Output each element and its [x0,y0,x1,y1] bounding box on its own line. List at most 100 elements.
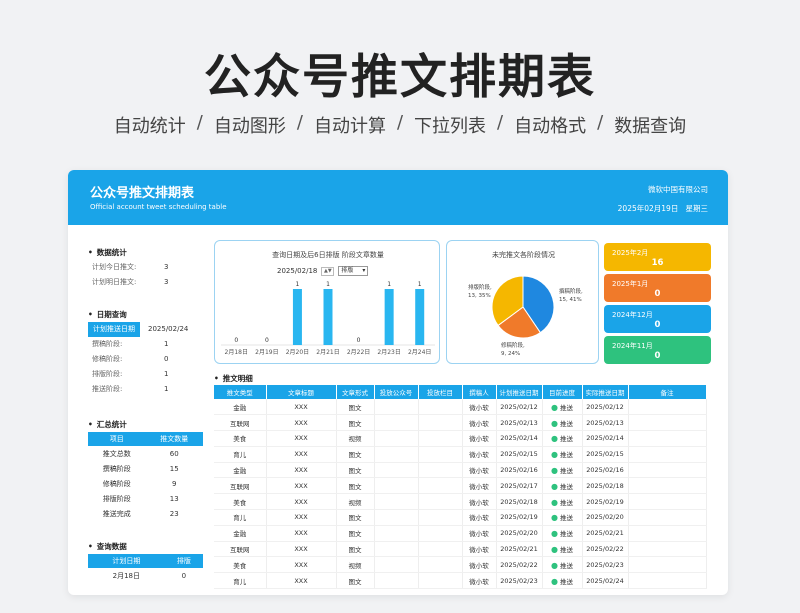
detail-cell: 2025/02/13 [582,414,629,432]
detail-cell [374,430,419,447]
status-dot-icon: ● [550,418,558,428]
detail-cell: 2025/02/16 [496,462,543,479]
bar [384,289,394,345]
detail-cell: 互联网 [214,477,267,495]
status-dot-icon: ● [550,529,558,539]
date-query-input[interactable]: 计划推送日期 2025/02/24 [80,322,208,337]
table-row: 育儿 XXX 图文 微小软 2025/02/15 ● 推送 2025/02/15 [214,446,707,463]
detail-cell [418,493,463,511]
month-tile[interactable]: 2025年1月 0 [604,274,711,302]
summary-table: 项目 推文数量 推文总数 60 撰稿阶段 15 修稿阶段 9 排版阶段 13 推送完成 23 [88,432,203,521]
status-text: 推送 [560,419,574,428]
detail-column-header[interactable]: 计划推送日期 [496,385,543,399]
detail-cell [374,556,419,574]
detail-cell: 图文 [336,572,375,590]
summary-column-header: 推文数量 [145,432,203,446]
month-tile[interactable]: 2024年11月 0 [604,336,711,364]
stage-row: 排版阶段: 1 [80,367,208,382]
detail-cell: ● 推送 [542,509,583,526]
status-dot-icon: ● [550,497,558,507]
pie-chart: 撰稿阶段, 15, 41% 修稿阶段, 9, 24% 排版阶段, 13, 35% [468,275,583,357]
month-tile-label: 2024年11月 [612,342,653,350]
stage-row-label: 推送阶段: [92,385,123,393]
status-text: 推送 [560,530,574,539]
detail-cell [628,399,707,416]
detail-cell: 育儿 [214,572,267,590]
month-tile-label: 2025年2月 [612,249,649,257]
x-tick-label: 2月20日 [286,349,309,356]
detail-cell: XXX [266,541,337,558]
detail-cell: 2025/02/19 [496,509,543,526]
query-section: 查询数据 计划日期排版 2月18日 0 [80,540,208,583]
detail-cell [628,556,707,574]
detail-cell: 金融 [214,462,267,479]
detail-column-header[interactable]: 推文类型 [214,385,267,399]
table-row: 金融 XXX 图文 微小软 2025/02/20 ● 推送 2025/02/21 [214,525,707,542]
detail-column-header[interactable]: 投放栏目 [418,385,463,399]
detail-cell: 美食 [214,556,267,574]
detail-column-header[interactable]: 撰稿人 [462,385,497,399]
detail-heading: 推文明细 [214,373,253,384]
detail-column-header[interactable]: 投放公众号 [374,385,419,399]
detail-cell: 视频 [336,556,375,574]
detail-column-header[interactable]: 备注 [628,385,707,399]
month-tile[interactable]: 2025年2月 16 [604,243,711,271]
detail-column-header[interactable]: 目前进度 [542,385,583,399]
query-heading: 查询数据 [80,540,208,554]
detail-cell: 金融 [214,525,267,542]
x-tick-label: 2月24日 [408,349,431,356]
detail-cell: 2025/02/21 [496,541,543,558]
month-tile-label: 2024年12月 [612,311,653,319]
status-text: 推送 [560,561,574,570]
detail-cell [374,525,419,542]
detail-cell: 2025/02/18 [582,477,629,495]
current-date: 2025年02月19日 星期三 [617,204,708,213]
detail-cell: ● 推送 [542,572,583,590]
feature-list: 自动统计 / 自动图形 / 自动计算 / 下拉列表 / 自动格式 / 数据查询 [0,112,800,138]
feature-separator: / [396,112,404,133]
date-query-section: 日期查询 计划推送日期 2025/02/24 撰稿阶段: 1 修稿阶段: 0 排版阶段:… [80,308,208,397]
detail-cell: 2025/02/22 [496,556,543,574]
summary-row: 推送完成 23 [88,506,203,521]
detail-cell: 图文 [336,541,375,558]
detail-cell [628,446,707,463]
detail-cell: 图文 [336,525,375,542]
detail-column-header[interactable]: 文章标题 [266,385,337,399]
bar-chart: 0 2月18日 0 2月19日 1 2月20日 1 2月21日 0 2月22日 1 2月23日 1 2月2… [221,281,435,356]
detail-column-header[interactable]: 实际推送日期 [582,385,629,399]
detail-cell: 2025/02/16 [582,462,629,479]
detail-cell: 图文 [336,399,375,416]
bar [323,289,333,345]
detail-cell: ● 推送 [542,446,583,463]
detail-column-header[interactable]: 文章形式 [336,385,375,399]
detail-cell [374,446,419,463]
feature-item: 下拉列表 [414,116,487,137]
header-banner: 公众号推文排期表 Official account tweet scheduli… [68,170,728,225]
detail-cell [374,477,419,495]
summary-row: 推文总数 60 [88,446,203,461]
month-tile-label: 2025年1月 [612,280,649,288]
detail-cell: 育儿 [214,446,267,463]
summary-cell: 13 [169,494,179,503]
detail-cell: 微小软 [462,509,497,526]
summary-cell: 60 [169,449,179,458]
summary-row: 排版阶段 13 [88,491,203,506]
month-tile[interactable]: 2024年12月 0 [604,305,711,333]
status-dot-icon: ● [550,450,558,460]
query-column-header: 排版 [164,554,203,568]
stat-row-label: 计划明日推文: [92,278,137,286]
summary-header: 项目 推文数量 [88,432,203,446]
detail-cell: ● 推送 [542,541,583,558]
detail-cell [418,399,463,416]
detail-cell: ● 推送 [542,414,583,432]
table-row: 互联网 XXX 图文 微小软 2025/02/13 ● 推送 2025/02/13 [214,414,707,432]
feature-separator: / [196,112,203,133]
bar-chart-panel: 查询日期及后6日排版 阶段文章数量 2025/02/18 ▲▼ 排版 02月18… [214,240,440,364]
bar-value-label: 1 [296,281,300,288]
summary-cell: 撰稿阶段 [102,464,131,473]
status-text: 推送 [560,403,574,412]
summary-section: 汇总统计 项目推文数量推文总数 60 撰稿阶段 15 修稿阶段 9 排版阶段 13 推送完成 23 [80,418,208,521]
status-text: 推送 [560,514,574,523]
month-tile-value: 0 [654,320,661,330]
detail-cell: 图文 [336,446,375,463]
